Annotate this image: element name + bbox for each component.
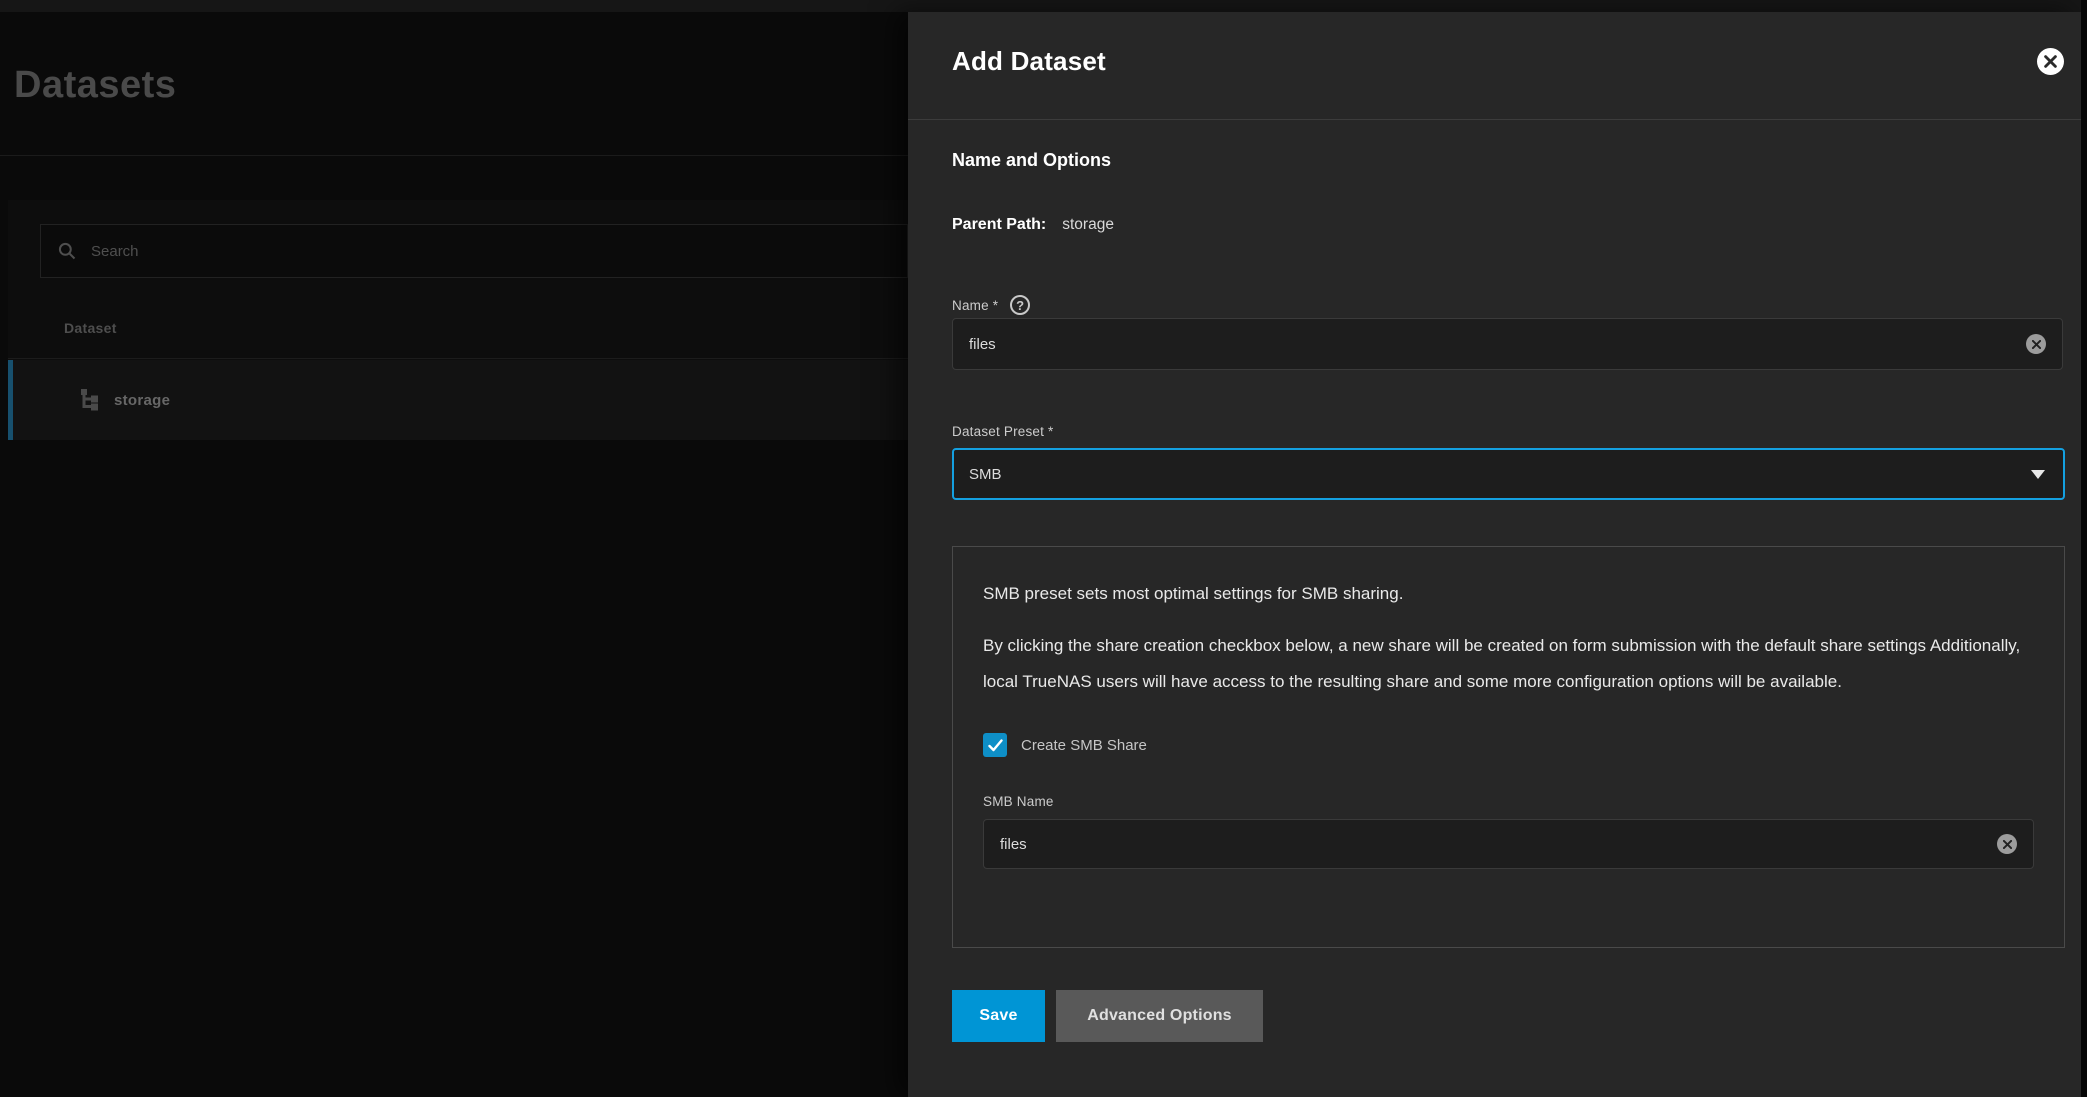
panel-title: Add Dataset — [952, 46, 1106, 77]
window-top-strip — [0, 0, 2087, 12]
window-right-strip — [2081, 0, 2087, 1097]
chevron-down-icon — [2031, 470, 2045, 479]
smb-name-label: SMB Name — [983, 794, 2034, 809]
table-header-divider — [8, 358, 908, 359]
advanced-options-button[interactable]: Advanced Options — [1056, 990, 1263, 1042]
panel-header: Add Dataset — [908, 12, 2081, 120]
section-title: Name and Options — [952, 150, 1111, 171]
name-input-container — [952, 318, 2063, 370]
name-field-label-row: Name * ? — [952, 295, 1030, 315]
help-icon[interactable]: ? — [1010, 295, 1030, 315]
name-input[interactable] — [953, 336, 2026, 353]
preset-field-label: Dataset Preset * — [952, 424, 1054, 439]
smb-info-line2: By clicking the share creation checkbox … — [983, 628, 2034, 700]
save-button[interactable]: Save — [952, 990, 1045, 1042]
parent-path-label: Parent Path: — [952, 216, 1046, 234]
search-input[interactable] — [91, 243, 686, 260]
create-smb-share-checkbox-row[interactable]: Create SMB Share — [983, 733, 2034, 757]
parent-path: Parent Path: storage — [952, 216, 1114, 234]
search-icon — [57, 241, 77, 261]
title-divider — [0, 155, 908, 156]
smb-name-input[interactable] — [984, 836, 1997, 853]
smb-info-line1: SMB preset sets most optimal settings fo… — [983, 581, 2034, 607]
preset-selected-value: SMB — [954, 466, 2031, 483]
dataset-search-box[interactable] — [40, 224, 908, 278]
dataset-tree-icon — [76, 387, 102, 413]
smb-info-box: SMB preset sets most optimal settings fo… — [952, 546, 2065, 948]
checkbox-checked-icon[interactable] — [983, 733, 1007, 757]
form-actions: Save Advanced Options — [952, 990, 1263, 1042]
clear-name-icon[interactable] — [2026, 334, 2046, 354]
smb-name-input-container — [983, 819, 2034, 869]
datasets-card: Dataset storage — [8, 200, 908, 440]
selected-row-indicator — [8, 360, 13, 440]
name-field-label: Name * — [952, 298, 998, 313]
dataset-preset-select[interactable]: SMB — [952, 448, 2065, 500]
create-smb-share-label: Create SMB Share — [1021, 737, 1147, 754]
datasets-page-overlay: Datasets Dataset storage — [0, 12, 908, 1097]
clear-smb-name-icon[interactable] — [1997, 834, 2017, 854]
page-title: Datasets — [14, 64, 176, 107]
close-icon[interactable] — [2037, 48, 2064, 75]
parent-path-value: storage — [1062, 216, 1114, 234]
column-header-dataset[interactable]: Dataset — [64, 320, 117, 336]
dataset-row-storage[interactable]: storage — [8, 360, 908, 440]
add-dataset-panel: Add Dataset Name and Options Parent Path… — [908, 12, 2081, 1097]
dataset-row-label: storage — [114, 392, 170, 409]
